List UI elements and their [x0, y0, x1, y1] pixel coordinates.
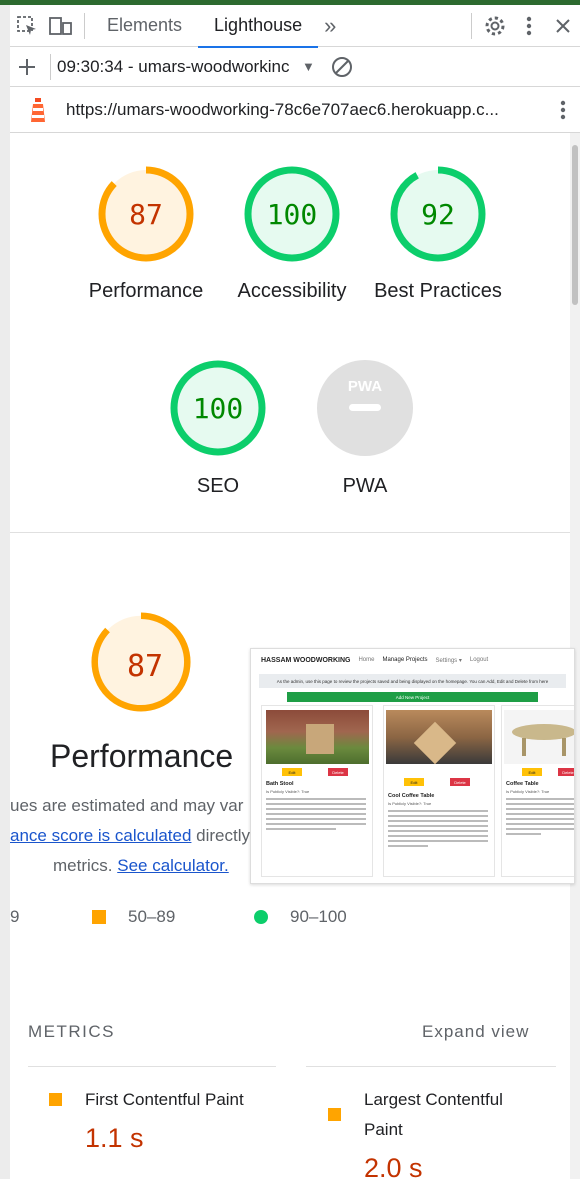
page-edge-strip: [0, 5, 10, 1179]
thumb-card-visibility: Is Publicly Visible?: True: [388, 801, 432, 806]
performance-description-cont: directly: [191, 826, 251, 845]
performance-big-gauge: 87: [91, 612, 199, 720]
inspect-element-icon[interactable]: [10, 5, 44, 47]
metric-lcp-label: Largest Contentful Paint: [364, 1090, 503, 1139]
lighthouse-toolbar: 09:30:34 - umars-woodworkinϲ ▼: [10, 47, 580, 87]
score-label: Accessibility: [237, 280, 347, 302]
performance-description: ues are estimated and may var: [10, 796, 244, 815]
performance-score-value: 87: [126, 648, 164, 684]
devtools-tab-bar: Elements Lighthouse »: [10, 5, 580, 48]
score-value: 87: [129, 197, 163, 231]
score-label: Best Practices: [374, 280, 502, 302]
clear-reports-icon[interactable]: [325, 46, 359, 88]
toolbar-separator: [84, 12, 85, 39]
legend-average-label: 50–89: [128, 907, 176, 926]
thumb-brand: HASSAM WOODWORKING: [261, 656, 351, 664]
thumb-card-cool-coffee-table: Edit Delete Cool Coffee Table Is Publicl…: [383, 705, 495, 877]
thumb-admin-notice: As the admin, use this page to review th…: [259, 674, 566, 688]
score-gauge-accessibility[interactable]: 100: [242, 164, 342, 264]
kebab-menu-icon[interactable]: [512, 5, 546, 47]
thumb-edit-button: Edit: [522, 768, 542, 776]
legend-range-average: 50–89: [92, 907, 175, 927]
thumb-card-visibility: Is Publicly Visible?: True: [266, 789, 310, 794]
tab-lighthouse[interactable]: Lighthouse: [198, 5, 319, 48]
expand-view-toggle[interactable]: Expand view: [422, 1022, 529, 1042]
scrollbar-thumb[interactable]: [572, 145, 578, 305]
thumb-card-image: [504, 710, 574, 764]
thumb-delete-button: Delete: [450, 778, 470, 786]
thumb-card-coffee-table: Edit Delete Coffee Table Is Publicly Vis…: [501, 705, 574, 877]
thumb-add-project-button: Add New Project: [287, 692, 538, 702]
thumb-edit-button: Edit: [282, 768, 302, 776]
score-label: SEO: [196, 475, 240, 497]
average-square-icon: [328, 1108, 341, 1121]
report-selector[interactable]: 09:30:34 - umars-woodworkinϲ ▼: [57, 57, 325, 77]
tab-elements[interactable]: Elements: [91, 5, 198, 47]
close-icon[interactable]: [546, 5, 580, 47]
average-square-icon: [92, 910, 106, 924]
thumb-card-description: [506, 798, 574, 838]
more-tabs-icon[interactable]: »: [318, 5, 342, 47]
thumb-delete-button: Delete: [328, 768, 348, 776]
metric-lcp-value: 2.0 s: [364, 1153, 423, 1183]
score-value: 100: [266, 197, 318, 231]
final-screenshot-thumbnail[interactable]: HASSAM WOODWORKING Home Manage Projects …: [250, 648, 575, 884]
metric-fcp-value: 1.1 s: [85, 1123, 144, 1153]
report-url-link[interactable]: https://umars-woodworking-78c6e707aec6.h…: [66, 100, 499, 120]
thumb-nav-home: Home: [358, 657, 375, 663]
average-square-icon: [49, 1093, 62, 1106]
thumb-nav-logout: Logout: [469, 657, 489, 663]
thumb-card-title: Coffee Table: [506, 781, 539, 787]
thumb-navbar: HASSAM WOODWORKING Home Manage Projects …: [251, 649, 574, 671]
thumb-delete-button: Delete: [558, 768, 574, 776]
thumb-nav-settings: Settings ▾: [435, 657, 462, 664]
metrics-divider-right: [306, 1066, 556, 1067]
thumb-card-visibility: Is Publicly Visible?: True: [506, 789, 550, 794]
thumb-card-image: [266, 710, 369, 764]
legend-low-label: 9: [10, 907, 20, 926]
performance-heading: Performance: [50, 738, 234, 774]
score-label: PWA: [342, 475, 388, 497]
toolbar-separator: [471, 12, 472, 39]
section-divider: [10, 532, 570, 533]
settings-gear-icon[interactable]: [478, 5, 512, 47]
report-url-bar: https://umars-woodworking-78c6e707aec6.h…: [10, 87, 580, 133]
lighthouse-logo-icon: [10, 96, 66, 124]
see-calculator-link[interactable]: See calculator.: [117, 856, 229, 875]
legend-pass-label: 90–100: [290, 907, 347, 926]
dropdown-caret-icon: ▼: [302, 59, 315, 74]
thumb-edit-button: Edit: [404, 778, 424, 786]
thumb-card-bath-stool: Edit Delete Bath Stool Is Publicly Visib…: [261, 705, 373, 877]
thumb-card-description: [388, 810, 488, 850]
score-gauge-performance[interactable]: 87: [96, 164, 196, 264]
score-calculated-link[interactable]: ance score is calculated: [10, 826, 191, 845]
pwa-badge-text: PWA: [347, 378, 383, 395]
score-gauge-pwa[interactable]: PWA: [315, 358, 415, 458]
thumb-card-title: Cool Coffee Table: [388, 793, 435, 799]
metrics-text: metrics.: [53, 856, 118, 875]
pass-circle-icon: [254, 910, 268, 924]
metrics-divider-left: [28, 1066, 276, 1067]
device-toolbar-icon[interactable]: [44, 5, 78, 47]
thumb-card-image: [386, 710, 492, 765]
score-gauge-best-practices[interactable]: 92: [388, 164, 488, 264]
score-gauge-seo[interactable]: 100: [168, 358, 268, 458]
metric-fcp-label: First Contentful Paint: [85, 1090, 244, 1109]
score-value: 92: [421, 197, 455, 231]
report-time-label: 09:30:34 - umars-woodworkinϲ: [57, 56, 290, 76]
thumb-card-description: [266, 798, 366, 833]
score-value: 100: [192, 391, 244, 425]
score-label: Performance: [88, 280, 204, 302]
legend-range-low: 9: [10, 907, 19, 927]
new-report-plus-icon[interactable]: [10, 46, 44, 88]
report-menu-kebab-icon[interactable]: [546, 89, 580, 131]
metrics-heading: METRICS: [28, 1022, 115, 1041]
thumb-nav-manage: Manage Projects: [382, 657, 428, 663]
legend-range-pass: 90–100: [254, 907, 347, 927]
thumb-card-title: Bath Stool: [266, 781, 294, 787]
toolbar-separator: [50, 53, 51, 80]
